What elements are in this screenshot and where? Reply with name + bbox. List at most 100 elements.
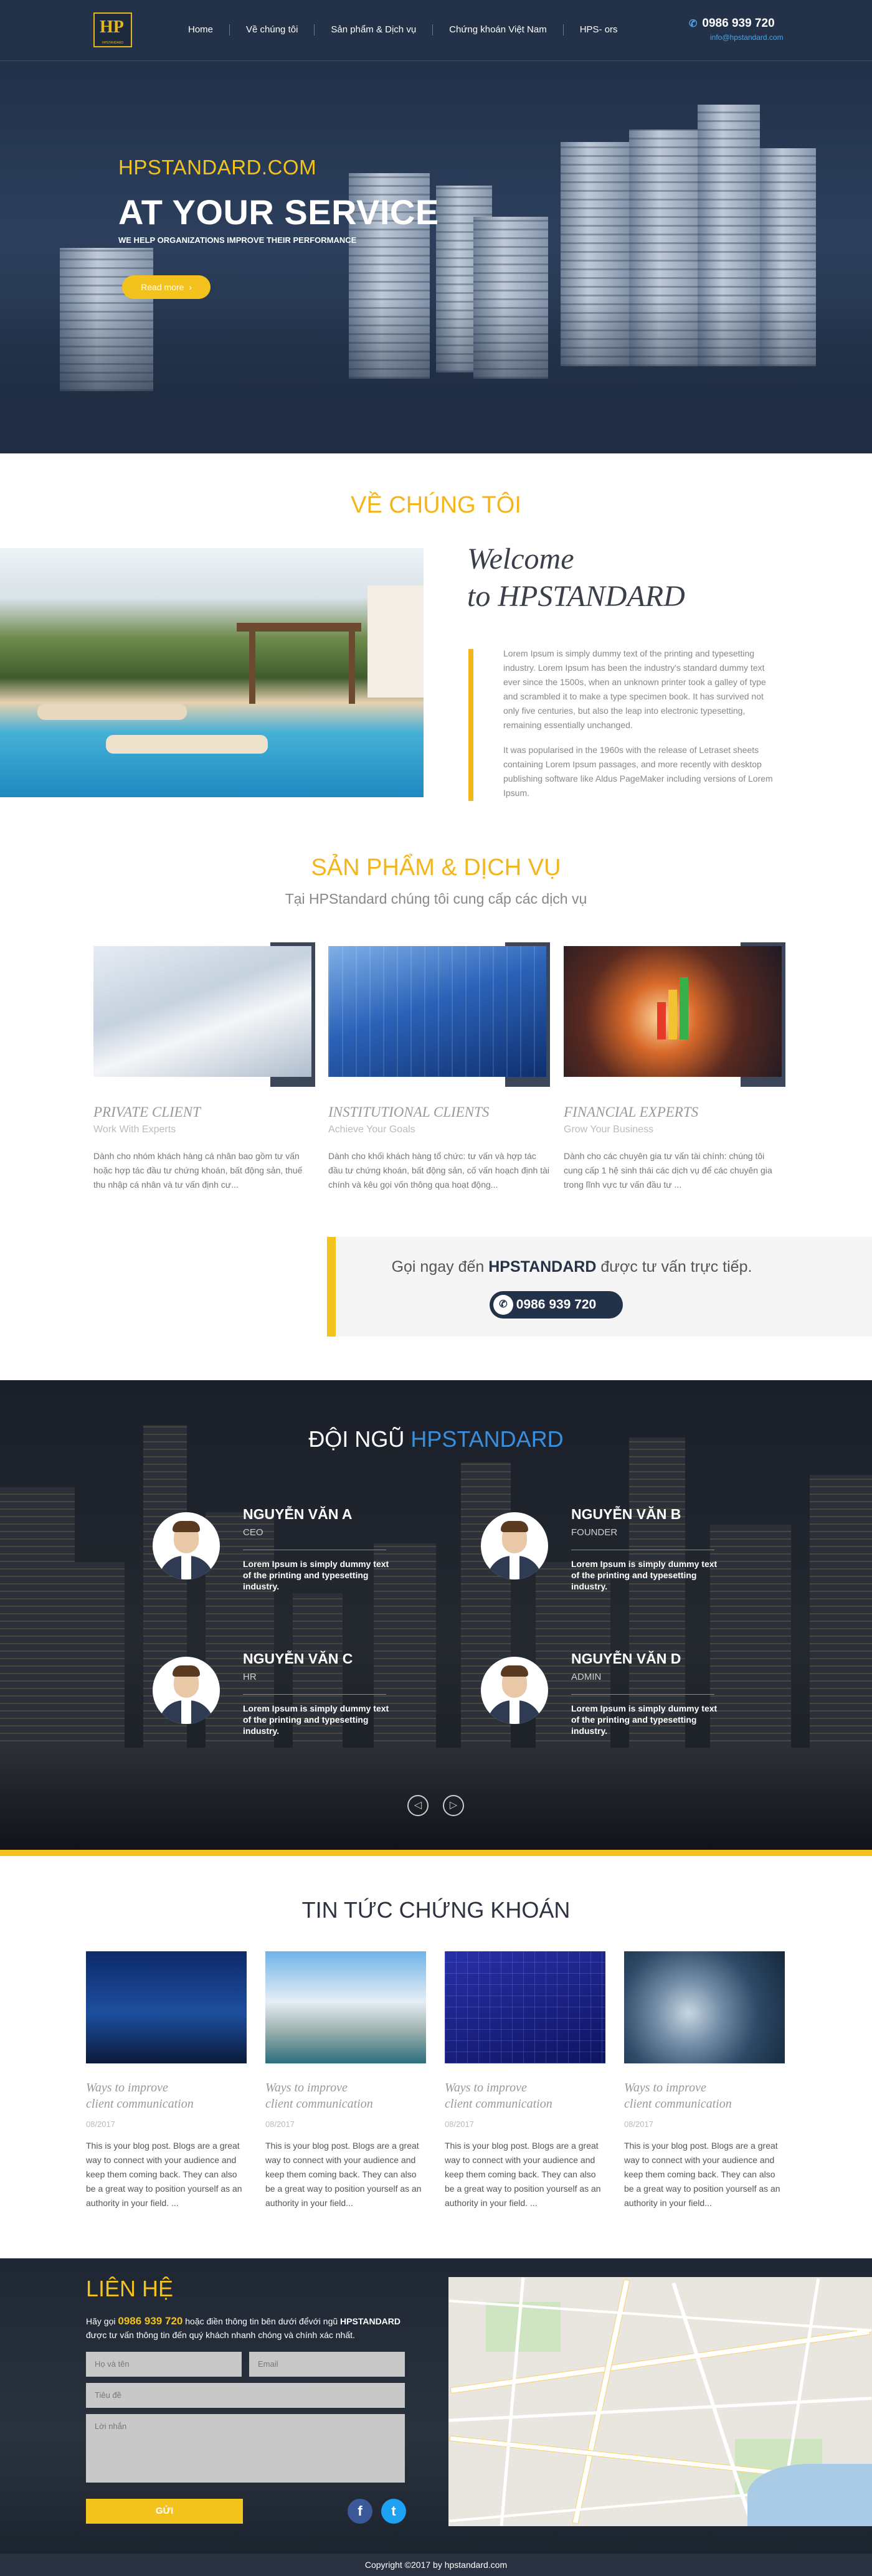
email-field[interactable]: Email [249,2352,405,2377]
contact-title: LIÊN HỆ [86,2276,174,2301]
member-divider [571,1694,714,1695]
avatar-shirt [181,1555,191,1579]
news-heading-line-2: client communication [624,2097,732,2111]
nav-about[interactable]: Về chúng tôi [229,24,314,36]
cta-brand: HPSTANDARD [488,1258,597,1276]
message-textarea[interactable]: Lời nhắn [86,2414,405,2483]
news-heading: Ways to improve client communication [445,2080,605,2112]
service-image-frame [93,942,315,1087]
hero-banner [0,61,872,453]
service-card[interactable]: PRIVATE CLIENT Work With Experts Dành ch… [93,942,315,1192]
chart-bar-graphic [680,977,688,1039]
news-date: 08/2017 [624,2119,653,2129]
news-heading: Ways to improve client communication [624,2080,785,2112]
team-title-brand: HPSTANDARD [410,1426,564,1452]
service-description: Dành cho các chuyên gia tư vấn tài chính… [564,1151,772,1190]
service-card[interactable]: FINANCIAL EXPERTS Grow Your Business Dàn… [564,942,785,1192]
main-nav: Home Về chúng tôi Sản phẩm & Dịch vụ Chứ… [172,22,634,37]
news-image [624,1951,785,2063]
news-date: 08/2017 [445,2119,474,2129]
skyscraper-image [328,946,546,1077]
news-card[interactable]: Ways to improve client communication 08/2… [624,1951,785,2210]
service-description: Dành cho khối khách hàng tổ chức: tư vấn… [328,1151,549,1190]
cta-phone-button[interactable]: ✆ 0986 939 720 [490,1291,623,1319]
service-description: Dành cho nhóm khách hàng cá nhân bao gồm… [93,1151,303,1190]
news-image [445,1951,605,2063]
contact-text-1: Hãy gọi [86,2316,118,2326]
pergola-beam [237,623,361,632]
twitter-icon[interactable]: t [381,2499,406,2524]
send-button[interactable]: GỬI [86,2499,243,2524]
service-image-frame [328,942,550,1087]
about-accent-bar [468,649,473,801]
header-phone[interactable]: ✆ 0986 939 720 [689,17,775,31]
name-field[interactable]: Họ và tên [86,2352,242,2377]
news-date: 08/2017 [265,2119,295,2129]
news-card[interactable]: Ways to improve client communication 08/2… [265,1951,426,2210]
news-heading-line-1: Ways to improve [445,2081,527,2095]
member-bio: Lorem Ipsum is simply dummy text of the … [571,1559,718,1591]
avatar [153,1657,220,1724]
avatar [153,1512,220,1579]
cta-text-pre: Gọi ngay đến [391,1258,489,1276]
contact-text-2: hoặc điền thông tin bên dưới đểvới ngũ [182,2316,341,2326]
location-map[interactable] [448,2277,872,2526]
news-image [265,1951,426,2063]
about-title: VỀ CHÚNG TÔI [351,492,521,518]
nav-home[interactable]: Home [172,24,229,36]
service-image-frame [564,942,785,1087]
member-divider [243,1694,386,1695]
news-card[interactable]: Ways to improve client communication 08/2… [445,1951,605,2210]
chevron-right-icon: › [189,282,192,292]
avatar-shirt [509,1555,519,1579]
news-heading-line-1: Ways to improve [86,2081,168,2095]
logo[interactable]: HP HPSTANDARD [93,12,132,47]
welcome-line-1: Welcome [467,542,574,575]
chart-bar-graphic [668,990,677,1039]
news-heading-line-2: client communication [86,2097,194,2111]
news-excerpt: This is your blog post. Blogs are a grea… [624,2141,780,2208]
welcome-line-2: to HPSTANDARD [467,580,685,613]
logo-subtext: HPSTANDARD [102,41,124,45]
phone-icon: ✆ [689,19,698,29]
about-paragraph: Lorem Ipsum is simply dummy text of the … [503,648,766,730]
pergola-post [249,629,255,704]
service-card[interactable]: INSTITUTIONAL CLIENTS Achieve Your Goals… [328,942,550,1192]
service-subtitle: Grow Your Business [564,1124,654,1135]
news-date: 08/2017 [86,2119,115,2129]
carousel-next-icon[interactable]: ▷ [443,1795,464,1816]
avatar-shirt [181,1699,191,1724]
about-paragraph: It was popularised in the 1960s with the… [503,745,773,798]
header-email[interactable]: info@hpstandard.com [710,33,784,42]
team-bottom-bar [0,1850,872,1856]
news-heading-line-1: Ways to improve [265,2081,348,2095]
team-title-part-1: ĐỘI NGŨ [308,1426,411,1452]
cta-phone-number: 0986 939 720 [516,1297,597,1312]
nav-services[interactable]: Sản phẩm & Dịch vụ [314,24,432,36]
member-name: NGUYỄN VĂN D [571,1650,681,1667]
services-subtitle: Tại HPStandard chúng tôi cung cấp các dị… [285,891,587,907]
about-resort-image [0,548,424,797]
city-building [69,1562,125,1749]
map-river [747,2464,872,2526]
news-excerpt: This is your blog post. Blogs are a grea… [445,2141,601,2208]
nav-hps-ors[interactable]: HPS- ors [562,24,634,36]
subject-field[interactable]: Tiêu đề [86,2383,405,2408]
news-heading: Ways to improve client communication [265,2080,426,2112]
facebook-icon[interactable]: f [348,2499,372,2524]
logo-mark: HP [100,17,124,37]
contact-phone[interactable]: 0986 939 720 [118,2315,182,2327]
financial-chart-image [564,946,782,1077]
read-more-button[interactable]: Read more › [122,275,211,299]
contact-brand: HPSTANDARD [340,2316,401,2326]
member-name: NGUYỄN VĂN A [243,1506,353,1522]
avatar-hair [501,1521,528,1532]
hero-tagline: WE HELP ORGANIZATIONS IMPROVE THEIR PERF… [118,235,357,245]
nav-vn-stocks[interactable]: Chứng khoán Việt Nam [432,24,563,36]
hero-overlay [0,298,872,453]
cta-text: Gọi ngay đến HPSTANDARD được tư vấn trực… [391,1258,752,1276]
news-card[interactable]: Ways to improve client communication 08/2… [86,1951,247,2210]
phone-icon: ✆ [493,1295,513,1315]
carousel-prev-icon[interactable]: ◁ [407,1795,429,1816]
services-title: SẢN PHẨM & DỊCH VỤ [311,855,561,881]
